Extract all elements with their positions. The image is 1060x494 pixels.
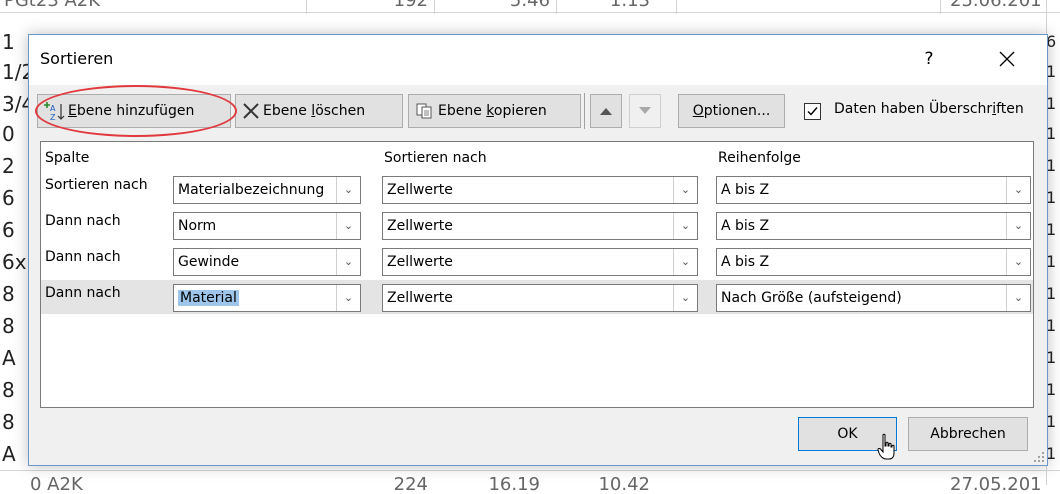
sheet-gridline [0,470,1060,471]
dialog-titlebar[interactable]: Sortieren ? [29,35,1047,85]
triangle-down-icon [639,107,651,114]
chevron-down-icon[interactable]: ⌄ [336,213,360,239]
sheet-bottom-cell: 0 A2K [30,476,83,494]
row-label: Dann nach [45,213,121,229]
resize-grip-icon[interactable] [1031,449,1045,463]
delete-level-label: Ebene löschen [263,103,366,119]
copy-level-label: Ebene kopieren [438,103,547,119]
column-select[interactable]: Materialbezeichnung ⌄ [173,176,361,204]
sort-on-select[interactable]: Zellwerte ⌄ [382,248,698,276]
mouse-cursor-icon [877,433,895,460]
order-select[interactable]: Nach Größe (aufsteigend) ⌄ [716,284,1031,312]
sheet-gridline [0,12,1060,13]
column-header-order: Reihenfolge [718,150,801,166]
chevron-down-icon[interactable]: ⌄ [673,213,697,239]
column-select[interactable]: Material ⌄ [173,284,361,312]
checkmark-icon [807,107,818,116]
chevron-down-icon[interactable]: ⌄ [336,285,360,311]
sheet-top-cell: 192 [388,0,428,10]
close-icon [999,51,1015,67]
column-select[interactable]: Gewinde ⌄ [173,248,361,276]
add-level-button[interactable]: A Z Ebene hinzufügen [37,94,231,128]
chevron-down-icon[interactable]: ⌄ [673,249,697,275]
chevron-down-icon[interactable]: ⌄ [336,177,360,203]
copy-level-button[interactable]: Ebene kopieren [408,94,581,128]
row-label: Dann nach [45,249,121,265]
chevron-down-icon[interactable]: ⌄ [1006,285,1030,311]
chevron-down-icon[interactable]: ⌄ [673,285,697,311]
column-select[interactable]: Norm ⌄ [173,212,361,240]
sheet-gridline [940,0,941,14]
order-select[interactable]: A bis Z ⌄ [716,176,1031,204]
sort-on-select[interactable]: Zellwerte ⌄ [382,284,698,312]
options-button[interactable]: Optionen... [678,94,785,128]
sheet-top-cell: PGt23 A2K [4,0,134,10]
cancel-button[interactable]: Abbrechen [908,417,1028,451]
delete-level-button[interactable]: Ebene löschen [235,94,403,128]
copy-icon [416,103,432,119]
chevron-down-icon[interactable]: ⌄ [1006,249,1030,275]
sheet-bottom-cell: 10.42 [598,476,650,494]
triangle-up-icon [600,108,612,115]
headers-checkbox[interactable] [804,103,821,120]
chevron-down-icon[interactable]: ⌄ [1006,213,1030,239]
column-header-sort-on: Sortieren nach [384,150,487,166]
sheet-gridline [434,0,435,14]
chevron-down-icon[interactable]: ⌄ [1006,177,1030,203]
selected-value: Material [178,290,239,306]
close-button[interactable] [984,41,1030,77]
toolbar-separator [584,93,585,129]
add-level-label: Ebene hinzufügen [68,103,195,119]
sort-dialog: Sortieren ? A Z Ebene hinzufügen Ebene l… [28,34,1048,466]
sheet-gridline [306,0,307,14]
delete-x-icon [243,103,259,119]
sort-levels-grid: Spalte Sortieren nach Reihenfolge Sortie… [40,141,1034,408]
sheet-top-cell: 1.13 [590,0,650,10]
chevron-down-icon[interactable]: ⌄ [336,249,360,275]
sheet-gridline [556,0,557,14]
row-label: Dann nach [45,285,121,301]
sort-az-add-icon: A Z [44,102,65,122]
sort-on-select[interactable]: Zellwerte ⌄ [382,212,698,240]
sheet-top-cell: 5.46 [490,0,550,10]
headers-checkbox-label[interactable]: Daten haben Überschriften [834,101,1024,117]
sheet-top-cell: 25.06.201 [950,0,1060,10]
row-label: Sortieren nach [45,177,148,193]
sheet-bottom-cell: 27.05.201 [950,476,1042,494]
sheet-right-cell: 1 [1046,444,1057,463]
svg-text:A: A [50,104,56,113]
sheet-bottom-cell: 224 [393,476,428,494]
order-select[interactable]: A bis Z ⌄ [716,212,1031,240]
move-down-button[interactable] [629,94,661,128]
svg-text:Z: Z [50,113,56,122]
sheet-bottom-cell: 16.19 [488,476,540,494]
chevron-down-icon[interactable]: ⌄ [673,177,697,203]
help-button[interactable]: ? [911,41,947,77]
move-up-button[interactable] [590,94,622,128]
order-select[interactable]: A bis Z ⌄ [716,248,1031,276]
sort-on-select[interactable]: Zellwerte ⌄ [382,176,698,204]
dialog-title: Sortieren [40,49,114,68]
column-header-spalte: Spalte [45,150,90,166]
sheet-gridline [676,0,677,14]
